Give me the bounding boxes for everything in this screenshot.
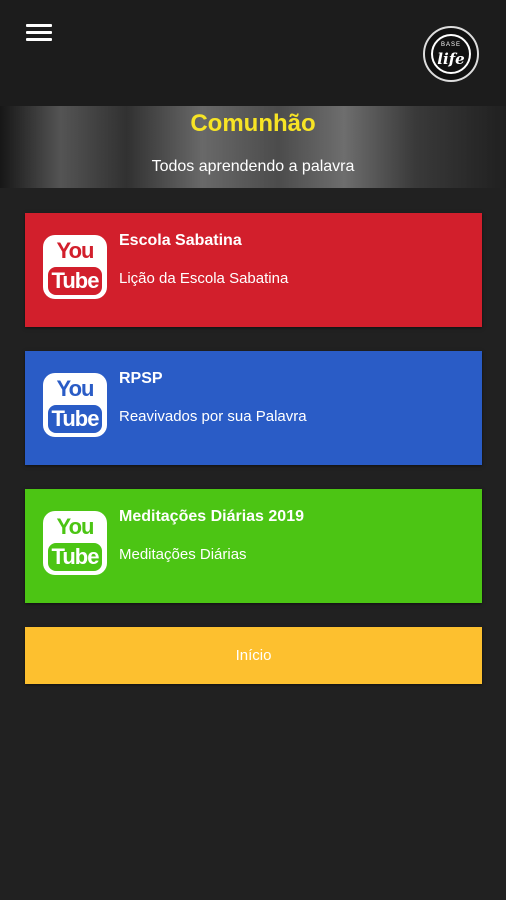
card-title: RPSP: [119, 370, 163, 387]
youtube-icon: You Tube: [43, 511, 107, 575]
inicio-button[interactable]: Início: [25, 627, 482, 684]
logo-life-text: life: [437, 50, 465, 68]
youtube-icon: You Tube: [43, 235, 107, 299]
hero-banner: Comunhão Todos aprendendo a palavra: [0, 106, 506, 188]
app-bar: BASE life: [0, 0, 506, 106]
card-escola-sabatina[interactable]: You Tube Escola Sabatina Lição da Escola…: [25, 213, 482, 327]
youtube-icon: You Tube: [43, 373, 107, 437]
hamburger-menu-icon[interactable]: [26, 24, 52, 44]
card-title: Meditações Diárias 2019: [119, 508, 304, 525]
logo-base-text: BASE: [440, 42, 461, 48]
card-rpsp[interactable]: You Tube RPSP Reavivados por sua Palavra: [25, 351, 482, 465]
card-title: Escola Sabatina: [119, 232, 242, 249]
card-meditacoes-diarias[interactable]: You Tube Meditações Diárias 2019 Meditaç…: [25, 489, 482, 603]
page-subtitle: Todos aprendendo a palavra: [151, 158, 355, 175]
base-life-logo: BASE life: [423, 26, 479, 82]
card-subtitle: Reavivados por sua Palavra: [119, 408, 307, 425]
card-subtitle: Meditações Diárias: [119, 546, 247, 563]
page-title: Comunhão: [190, 110, 316, 137]
card-subtitle: Lição da Escola Sabatina: [119, 270, 289, 287]
